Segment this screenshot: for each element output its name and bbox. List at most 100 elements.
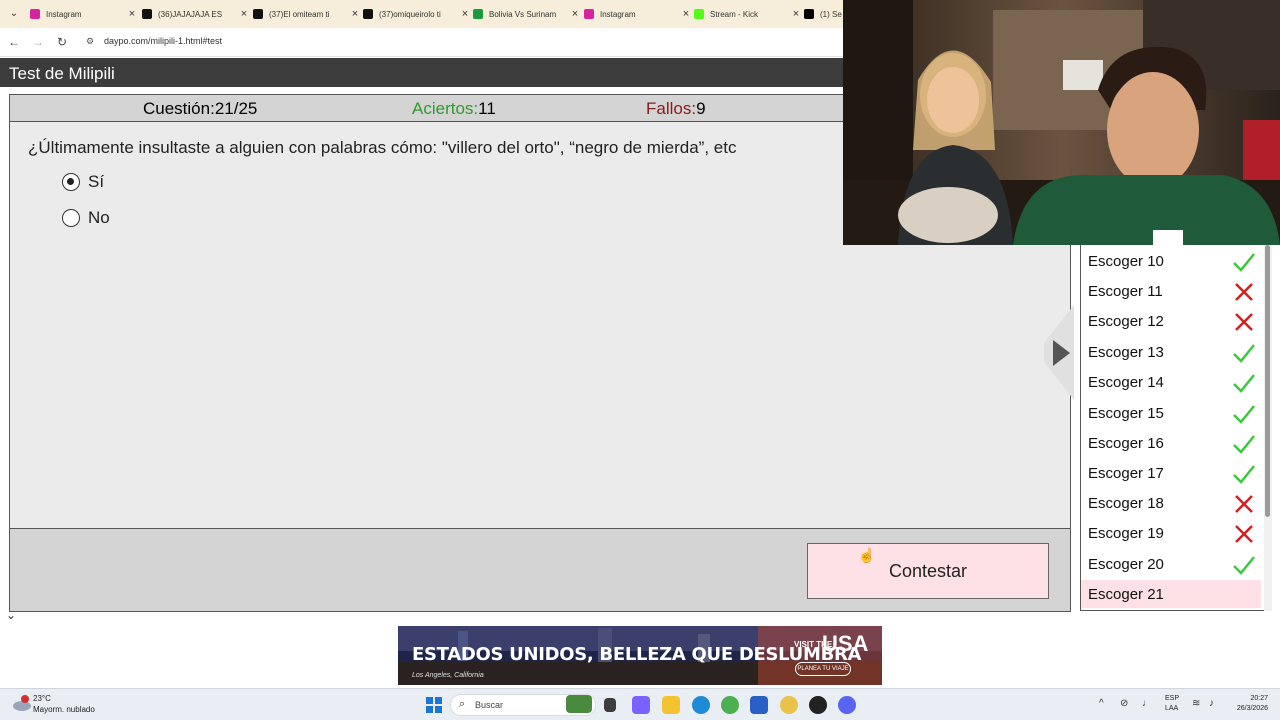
tab-favicon-icon	[804, 9, 814, 19]
tab-close-icon[interactable]: ×	[126, 8, 138, 20]
address-bar[interactable]: daypo.com/milipili-1.html#test	[104, 36, 222, 46]
chrome-icon[interactable]	[721, 696, 739, 714]
microphone-icon[interactable]: ♩	[1142, 698, 1152, 709]
tab-favicon-icon	[363, 9, 373, 19]
tab-title: (1) Se	[820, 9, 842, 19]
tab-favicon-icon	[142, 9, 152, 19]
volume-icon[interactable]: ♪	[1209, 698, 1214, 709]
microsoft-store-icon[interactable]	[750, 696, 768, 714]
collapse-chevron-icon[interactable]: ⌄	[6, 608, 16, 622]
copilot-icon[interactable]	[632, 696, 650, 714]
answer-list-item[interactable]: Escoger 13	[1081, 338, 1261, 366]
tab-close-icon[interactable]: ×	[680, 8, 692, 20]
answer-list-scroll-thumb[interactable]	[1265, 245, 1270, 517]
question-counter-value: 21/25	[214, 99, 258, 118]
reload-icon[interactable]: ↻	[54, 34, 70, 50]
correct-counter-value: 11	[478, 99, 496, 118]
windows-start-icon[interactable]	[426, 697, 442, 713]
forward-arrow-icon[interactable]: →	[30, 34, 46, 50]
answer-list-item[interactable]: Escoger 11	[1081, 277, 1261, 305]
tab-title: (36)JAJAJAJA ES	[158, 9, 223, 19]
answer-item-label: Escoger 15	[1088, 405, 1164, 422]
answer-list[interactable]: Escoger 10 Escoger 11 Escoger 12 Escoger 13…	[1080, 245, 1272, 611]
radio-button-si[interactable]	[62, 173, 80, 191]
ad-cta-button[interactable]: PLANEA TU VIAJE	[795, 662, 851, 676]
wrong-cross-icon	[1235, 525, 1253, 543]
wifi-icon[interactable]: ≋	[1192, 698, 1200, 709]
answer-list-item[interactable]: Escoger 16	[1081, 429, 1261, 457]
answer-item-label: Escoger 19	[1088, 525, 1164, 542]
answer-item-label: Escoger 12	[1088, 313, 1164, 330]
advertisement-banner[interactable]: ESTADOS UNIDOS, BELLEZA QUE DESLUMBRA Lo…	[398, 626, 882, 685]
discord-icon[interactable]	[838, 696, 856, 714]
question-counter: Cuestión:21/25	[143, 99, 257, 119]
taskbar: 23°C Mayorm. nublado ⌕ Buscar ^ ⊘ ♩ ESP …	[0, 688, 1280, 720]
network-off-icon[interactable]: ⊘	[1120, 698, 1128, 709]
browser-tab[interactable]: (36)JAJAJAJA ES ×	[142, 4, 250, 24]
correct-check-icon	[1233, 435, 1255, 454]
back-arrow-icon[interactable]: ←	[6, 34, 22, 50]
correct-check-icon	[1233, 465, 1255, 484]
answer-list-item[interactable]: Escoger 18	[1081, 489, 1261, 517]
option-si[interactable]: Sí	[62, 172, 104, 192]
browser-tab[interactable]: (37)omiqueirolo ti ×	[363, 4, 471, 24]
wrong-counter: Fallos:9	[646, 99, 706, 119]
option-si-label: Sí	[88, 172, 105, 191]
browser-tab[interactable]: Stream - Kick ×	[694, 4, 802, 24]
next-arrow-icon[interactable]	[1053, 340, 1070, 366]
option-no-label: No	[88, 208, 110, 227]
tab-title: Bolivia Vs Surinam	[489, 9, 557, 19]
hand-cursor-icon: ☝	[858, 547, 876, 563]
correct-check-icon	[1233, 374, 1255, 393]
tab-close-icon[interactable]: ×	[238, 8, 250, 20]
answer-list-item[interactable]: Escoger 19	[1081, 519, 1261, 547]
answer-list-item[interactable]: Escoger 15	[1081, 399, 1261, 427]
answer-list-item[interactable]: Escoger 20	[1081, 550, 1261, 578]
answer-list-item[interactable]: Escoger 10	[1081, 247, 1261, 275]
edge-browser-icon[interactable]	[692, 696, 710, 714]
tab-close-icon[interactable]: ×	[790, 8, 802, 20]
correct-check-icon	[1233, 405, 1255, 424]
tab-title: Instagram	[46, 9, 82, 19]
answer-list-item[interactable]: Escoger 17	[1081, 459, 1261, 487]
correct-counter-label: Aciertos:	[412, 99, 479, 118]
clock-time[interactable]: 20:27	[1232, 695, 1268, 702]
tab-close-icon[interactable]: ×	[459, 8, 471, 20]
answer-item-label: Escoger 17	[1088, 465, 1164, 482]
wrong-counter-label: Fallos:	[646, 99, 697, 118]
tray-overflow-chevron-icon[interactable]: ^	[1099, 698, 1104, 709]
browser-tab[interactable]: (37)El omiteam ti ×	[253, 4, 361, 24]
answer-item-label: Escoger 16	[1088, 435, 1164, 452]
weather-description: Mayorm. nublado	[33, 705, 95, 714]
media-app-icon[interactable]	[809, 696, 827, 714]
clock-date[interactable]: 26/3/2026	[1226, 705, 1268, 712]
option-no[interactable]: No	[62, 208, 110, 228]
tab-favicon-icon	[584, 9, 594, 19]
tab-title: Instagram	[600, 9, 636, 19]
keyboard-layout[interactable]: LAA	[1165, 705, 1178, 712]
tab-favicon-icon	[253, 9, 263, 19]
radio-button-no[interactable]	[62, 209, 80, 227]
task-view-icon[interactable]	[604, 698, 616, 712]
answer-list-item[interactable]: Escoger 21	[1081, 580, 1261, 608]
browser-tab[interactable]: (1) Se	[804, 4, 844, 24]
tab-search-chevron-icon[interactable]: ⌄	[6, 6, 22, 22]
answer-list-item[interactable]: Escoger 12	[1081, 307, 1261, 335]
language-indicator[interactable]: ESP	[1165, 695, 1179, 702]
ad-location: Los Angeles, California	[412, 672, 484, 679]
file-explorer-icon[interactable]	[662, 696, 680, 714]
webcam-overlay	[843, 0, 1280, 245]
site-info-icon[interactable]: ⚙	[86, 36, 94, 47]
browser-tab[interactable]: Bolivia Vs Surinam ×	[473, 4, 581, 24]
browser-tab[interactable]: Instagram ×	[30, 4, 138, 24]
chrome-profile-icon[interactable]	[780, 696, 798, 714]
browser-tab[interactable]: Instagram ×	[584, 4, 692, 24]
tab-close-icon[interactable]: ×	[349, 8, 361, 20]
answer-list-item[interactable]: Escoger 14	[1081, 368, 1261, 396]
tab-close-icon[interactable]: ×	[569, 8, 581, 20]
search-highlight-icon[interactable]	[566, 695, 592, 713]
action-panel: Contestar	[9, 528, 1071, 612]
submit-answer-button[interactable]: Contestar	[807, 543, 1049, 599]
weather-cloud-icon[interactable]	[12, 695, 32, 713]
answer-item-label: Escoger 13	[1088, 344, 1164, 361]
